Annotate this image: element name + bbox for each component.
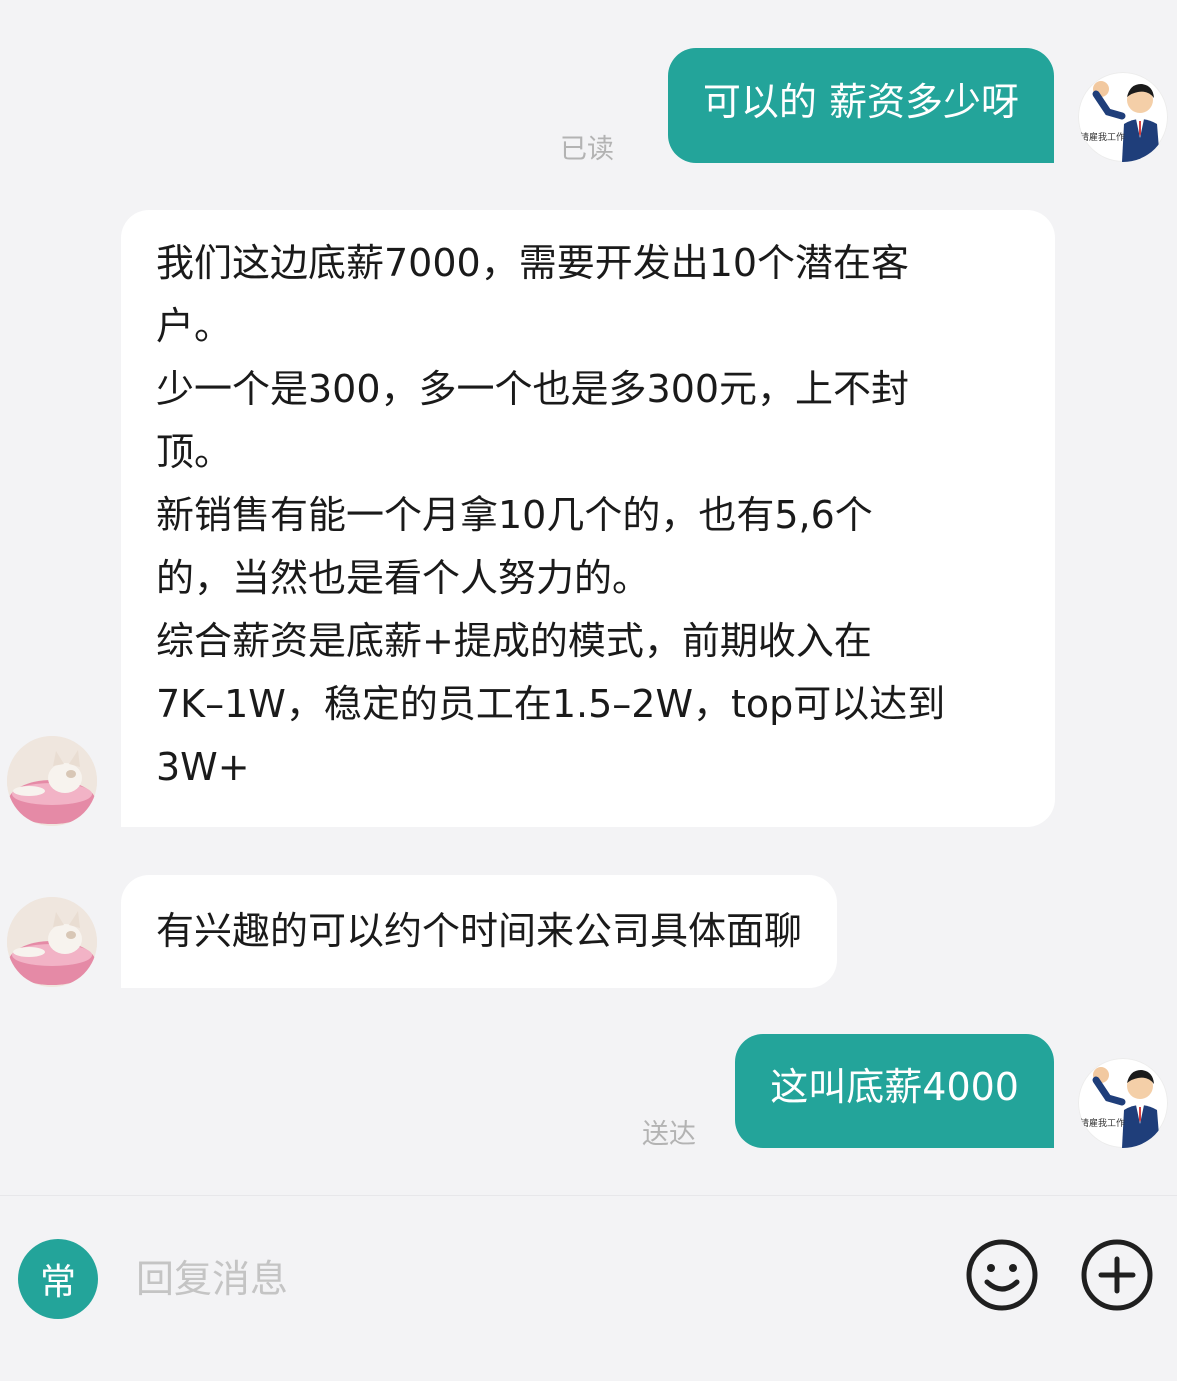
my-avatar[interactable]: 请雇我工作 (1078, 72, 1168, 162)
reply-bar: 常 (0, 1195, 1177, 1381)
message-line: 我们这边底薪7000，需要开发出10个潜在客 (156, 241, 910, 285)
message-line: 7K–1W，稳定的员工在1.5–2W，top可以达到 (156, 682, 946, 726)
plus-icon (1081, 1239, 1153, 1311)
quick-reply-label: 常 (39, 1262, 76, 1303)
contact-avatar[interactable] (7, 736, 97, 826)
message-line: 少一个是300，多一个也是多300元，上不封 (156, 367, 910, 411)
cat-avatar-icon (7, 897, 97, 987)
avatar-caption: 请雇我工作 (1080, 1119, 1126, 1129)
incoming-message-bubble[interactable]: 有兴趣的可以约个时间来公司具体面聊 (121, 875, 838, 988)
read-status: 已读 (560, 134, 614, 165)
person-avatar-icon (1092, 81, 1160, 162)
message-line: 综合薪资是底薪+提成的模式，前期收入在 (156, 619, 872, 663)
more-options-button[interactable] (1080, 1238, 1154, 1312)
outgoing-message-bubble[interactable]: 可以的 薪资多少呀 (667, 48, 1054, 163)
emoji-button[interactable] (965, 1238, 1039, 1312)
cat-avatar-icon (7, 736, 97, 826)
avatar-caption: 请雇我工作 (1080, 133, 1126, 143)
message-text: 我们这边底薪7000，需要开发出10个潜在客 户。 少一个是300，多一个也是多… (156, 232, 1055, 799)
outgoing-message-bubble[interactable]: 这叫底薪4000 (735, 1034, 1054, 1148)
my-avatar[interactable]: 请雇我工作 (1078, 1058, 1168, 1148)
incoming-message-bubble[interactable]: 我们这边底薪7000，需要开发出10个潜在客 户。 少一个是300，多一个也是多… (121, 210, 1055, 827)
reply-input[interactable] (136, 1248, 936, 1310)
person-avatar-icon (1092, 1067, 1160, 1148)
message-line: 新销售有能一个月拿10几个的，也有5,6个 (156, 493, 873, 537)
delivered-status: 送达 (642, 1119, 696, 1150)
message-line: 顶。 (156, 430, 233, 474)
message-line: 3W+ (156, 745, 250, 789)
contact-avatar[interactable] (7, 897, 97, 987)
message-text: 这叫底薪4000 (770, 1065, 1019, 1109)
message-text: 可以的 薪资多少呀 (702, 79, 1019, 124)
message-text: 有兴趣的可以约个时间来公司具体面聊 (156, 909, 803, 953)
message-line: 的，当然也是看个人努力的。 (156, 556, 651, 600)
message-line: 户。 (156, 304, 233, 348)
smile-icon (966, 1239, 1038, 1311)
chat-area[interactable]: 可以的 薪资多少呀 已读 请雇我工作 我们这边底薪7000，需要开发出10个潜在… (0, 0, 1177, 1195)
quick-reply-button[interactable]: 常 (18, 1239, 98, 1319)
